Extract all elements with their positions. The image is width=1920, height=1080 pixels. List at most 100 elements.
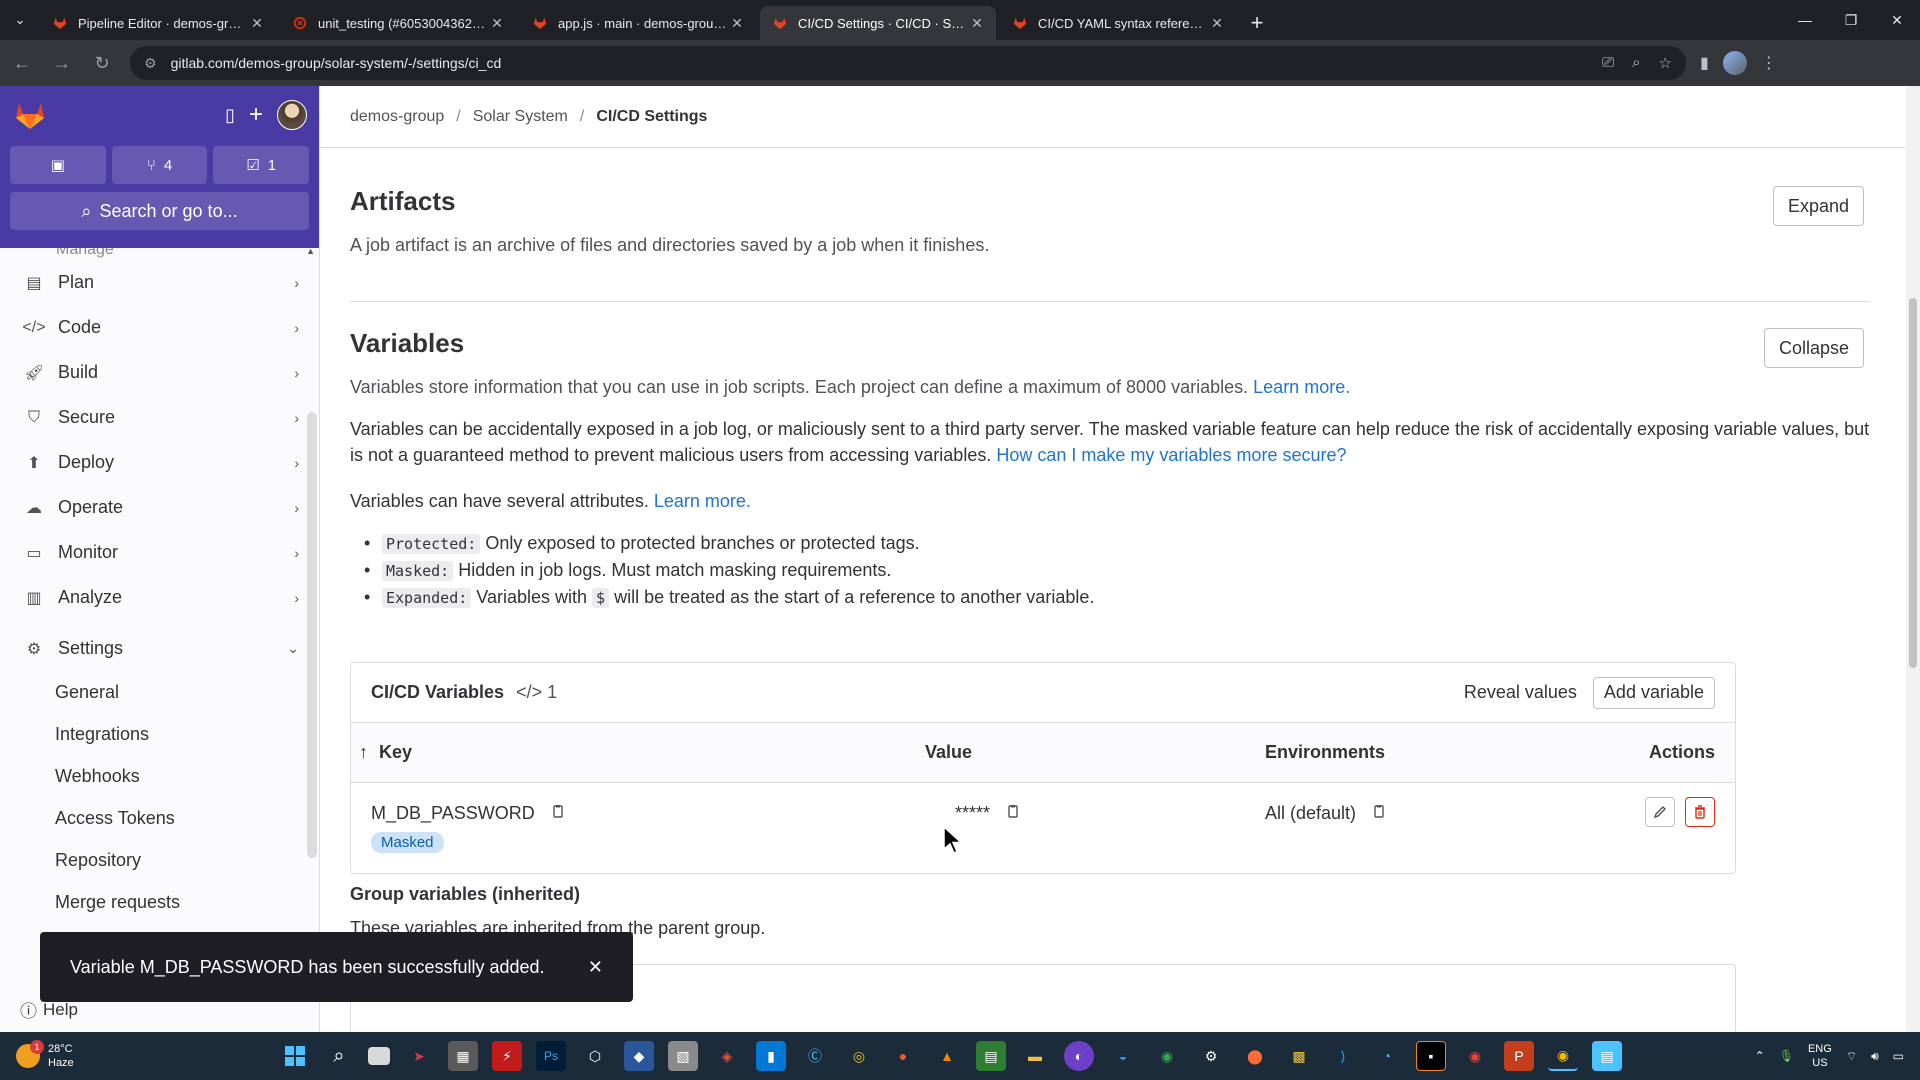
reveal-values-button[interactable]: Reveal values xyxy=(1464,682,1577,703)
close-window-icon[interactable]: ✕ xyxy=(1874,0,1920,40)
battery-icon[interactable]: ▭ xyxy=(1893,1049,1904,1063)
git-icon[interactable]: ◈ xyxy=(712,1041,742,1071)
calculator-icon[interactable]: ▦ xyxy=(448,1041,478,1071)
app-icon[interactable]: Ⓒ xyxy=(800,1041,830,1071)
close-tab-icon[interactable]: ✕ xyxy=(248,15,266,32)
sidebar-subitem-general[interactable]: General xyxy=(0,671,319,713)
profile-avatar-icon[interactable] xyxy=(1722,51,1747,75)
sidebar-item-plan[interactable]: ▤ Plan › xyxy=(0,260,319,305)
user-avatar[interactable] xyxy=(277,100,307,130)
sidebar-item-operate[interactable]: ☁ Operate › xyxy=(0,485,319,530)
weather-widget[interactable]: 1 28°C Haze xyxy=(0,1040,280,1070)
install-app-icon[interactable]: ⎚ xyxy=(1602,54,1614,72)
restore-icon[interactable]: ❐ xyxy=(1828,0,1874,40)
vlc-icon[interactable]: ▲ xyxy=(932,1041,962,1071)
side-panel-icon[interactable]: ▮ xyxy=(1700,53,1709,73)
merge-requests-counter-button[interactable]: ⑂ 4 xyxy=(111,146,208,184)
browser-tab-app-js[interactable]: app.js · main · demos-group / S ✕ xyxy=(520,6,756,40)
sidebar-subitem-merge-requests[interactable]: Merge requests xyxy=(0,881,319,923)
forward-icon[interactable]: → xyxy=(44,45,80,81)
sidebar-subitem-access-tokens[interactable]: Access Tokens xyxy=(0,797,319,839)
photoshop-icon[interactable]: Ps xyxy=(536,1041,566,1071)
image-app-icon[interactable]: ▧ xyxy=(668,1041,698,1071)
back-icon[interactable]: ← xyxy=(4,45,40,81)
sidebar-scrollbar[interactable] xyxy=(307,412,317,858)
postman-icon[interactable]: ⬤ xyxy=(1240,1041,1270,1071)
tab-search-dropdown-icon[interactable]: ⌄ xyxy=(0,0,40,40)
menu-kebab-icon[interactable]: ⋮ xyxy=(1761,53,1777,73)
volume-icon[interactable]: 🔊︎ xyxy=(1871,1049,1879,1064)
sidebar-item-deploy[interactable]: ⬆ Deploy › xyxy=(0,440,319,485)
zoom-icon[interactable]: ⌕ xyxy=(1632,54,1640,72)
app-icon[interactable]: ◎ xyxy=(844,1041,874,1071)
key-column-header[interactable]: ↑ Key xyxy=(359,742,412,763)
chrome-active-icon[interactable]: ◉ xyxy=(1548,1041,1578,1071)
site-info-icon[interactable]: ⚙ xyxy=(144,55,157,72)
browser-tab-pipeline-editor[interactable]: Pipeline Editor · demos-group / ✕ xyxy=(40,6,276,40)
browser-tab-cicd-settings[interactable]: CI/CD Settings · CI/CD · Setting ✕ xyxy=(760,6,996,40)
microphone-icon[interactable]: 🎙︎ xyxy=(1779,1049,1794,1063)
language-indicator[interactable]: ENG US xyxy=(1808,1042,1832,1070)
app-icon[interactable]: ⬡ xyxy=(580,1041,610,1071)
windows-start-icon[interactable] xyxy=(280,1041,310,1071)
file-explorer-icon[interactable] xyxy=(368,1047,390,1065)
delete-variable-button[interactable] xyxy=(1685,797,1715,827)
app-icon[interactable]: ◆ xyxy=(624,1041,654,1071)
sidebar-item-manage-partial[interactable]: Manage xyxy=(0,248,319,260)
breadcrumb-project[interactable]: Solar System xyxy=(473,108,568,126)
wifi-icon[interactable]: ⌔ xyxy=(1846,1049,1857,1064)
toggle-sidebar-icon[interactable]: ▯ xyxy=(225,105,235,126)
browser-tab-unit-testing[interactable]: unit_testing (#6053004362) · Jo ✕ xyxy=(280,6,516,40)
learn-more-link[interactable]: Learn more. xyxy=(1253,377,1350,397)
breadcrumb-current[interactable]: CI/CD Settings xyxy=(596,108,707,126)
app-icon[interactable]: ▮ xyxy=(756,1041,786,1071)
app-icon[interactable]: ● xyxy=(888,1041,918,1071)
close-tab-icon[interactable]: ✕ xyxy=(968,15,986,32)
browser-tab-yaml-reference[interactable]: CI/CD YAML syntax reference | G ✕ xyxy=(1000,6,1236,40)
flash-app-icon[interactable]: ⚡ xyxy=(492,1041,522,1071)
app-icon[interactable]: ⚙ xyxy=(1196,1041,1226,1071)
close-tab-icon[interactable]: ✕ xyxy=(488,15,506,32)
chrome-icon[interactable]: ◉ xyxy=(1460,1041,1490,1071)
copy-key-icon[interactable] xyxy=(550,804,566,825)
create-new-icon[interactable]: + xyxy=(249,101,263,129)
docker-icon[interactable]: ◒ xyxy=(1108,1041,1138,1071)
copy-value-icon[interactable] xyxy=(1005,804,1021,825)
app-icon[interactable]: ▩ xyxy=(1284,1041,1314,1071)
page-scrollbar[interactable] xyxy=(1906,86,1920,1032)
bookmark-star-icon[interactable]: ☆ xyxy=(1659,54,1672,72)
sidebar-subitem-webhooks[interactable]: Webhooks xyxy=(0,755,319,797)
sidebar-item-monitor[interactable]: ▭ Monitor › xyxy=(0,530,319,575)
address-bar[interactable]: ⚙ gitlab.com/demos-group/solar-system/-/… xyxy=(130,46,1686,80)
minimize-icon[interactable]: — xyxy=(1782,0,1828,40)
add-variable-button[interactable]: Add variable xyxy=(1592,676,1715,709)
sidebar-subitem-integrations[interactable]: Integrations xyxy=(0,713,319,755)
notepad-icon[interactable]: ▤ xyxy=(1592,1041,1622,1071)
sidebar-subitem-repository[interactable]: Repository xyxy=(0,839,319,881)
breadcrumb-group[interactable]: demos-group xyxy=(350,108,444,126)
new-tab-icon[interactable]: + xyxy=(1240,6,1274,40)
folder-icon[interactable]: ▬ xyxy=(1020,1041,1050,1071)
sidebar-item-build[interactable]: 🚀︎ Build › xyxy=(0,350,319,395)
sidebar-item-code[interactable]: </> Code › xyxy=(0,305,319,350)
edge-icon[interactable]: ◔ xyxy=(1372,1041,1402,1071)
sidebar-scroll-up-icon[interactable]: ▲ xyxy=(306,246,315,256)
app-icon[interactable]: ➤ xyxy=(404,1041,434,1071)
app-icon[interactable]: ▤ xyxy=(976,1041,1006,1071)
github-icon[interactable]: ◐ xyxy=(1064,1041,1094,1071)
secure-variables-link[interactable]: How can I make my variables more secure? xyxy=(996,445,1346,465)
jetbrains-icon[interactable]: ▪ xyxy=(1416,1041,1446,1071)
chevron-up-icon[interactable]: ⌃ xyxy=(1755,1049,1765,1063)
close-toast-icon[interactable]: ✕ xyxy=(588,957,603,978)
sidebar-item-settings[interactable]: ⚙ Settings ⌄ xyxy=(0,626,319,671)
copy-environment-icon[interactable] xyxy=(1371,804,1387,825)
search-icon[interactable]: ⌕ xyxy=(324,1041,354,1071)
powerpoint-icon[interactable]: P xyxy=(1504,1041,1534,1071)
expand-button[interactable]: Expand xyxy=(1772,186,1864,226)
search-button[interactable]: ⌕ Search or go to... xyxy=(10,192,309,230)
collapse-button[interactable]: Collapse xyxy=(1763,328,1864,368)
sidebar-item-analyze[interactable]: ▥ Analyze › xyxy=(0,575,319,620)
close-tab-icon[interactable]: ✕ xyxy=(1208,15,1226,32)
sidebar-item-secure[interactable]: ⛉ Secure › xyxy=(0,395,319,440)
attributes-learn-more-link[interactable]: Learn more. xyxy=(654,491,751,511)
